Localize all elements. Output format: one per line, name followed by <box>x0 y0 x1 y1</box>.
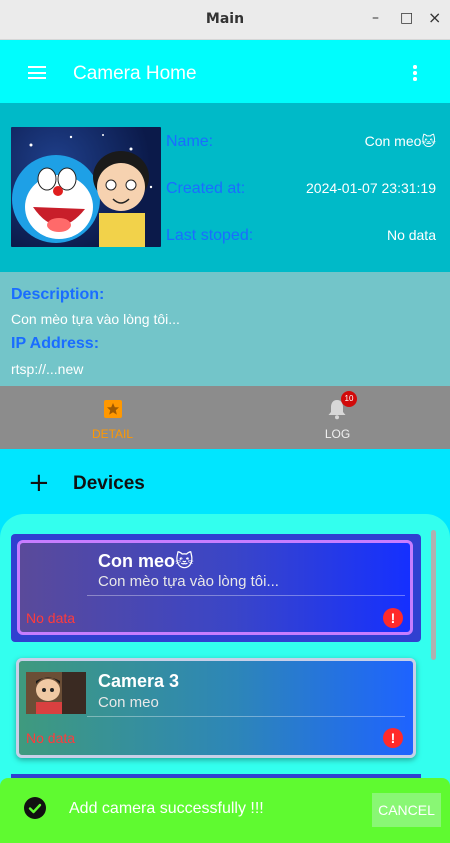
app-bar-title: Camera Home <box>73 63 197 84</box>
window-titlebar: Main – □ × <box>0 0 450 40</box>
more-vert-icon[interactable] <box>412 65 418 81</box>
tab-detail-label: DETAIL <box>91 427 134 441</box>
tab-log[interactable]: LOG <box>225 386 450 449</box>
star-icon <box>104 400 122 418</box>
window-title: Main <box>205 11 245 27</box>
minimize-button[interactable]: – <box>372 10 379 26</box>
log-count-badge: 10 <box>341 391 357 407</box>
devices-title: Devices <box>73 473 145 494</box>
cancel-button[interactable]: CANCEL <box>372 793 441 827</box>
created-at-label: Created at: <box>166 180 246 197</box>
divider <box>87 716 405 717</box>
plus-icon[interactable]: + <box>28 470 50 496</box>
tab-log-label: LOG <box>324 427 351 441</box>
created-at-value: 2024-01-07 23:31:19 <box>306 180 436 196</box>
name-value: Con meo🐱 <box>364 133 436 149</box>
device-thumbnail <box>26 672 86 714</box>
error-icon[interactable]: ! <box>383 608 403 628</box>
device-status: No data <box>26 730 76 746</box>
ip-address-label: IP Address: <box>11 335 100 352</box>
devices-header <box>0 449 450 515</box>
snackbar-message: Add camera successfully !!! <box>69 800 264 817</box>
menu-icon[interactable] <box>28 66 46 79</box>
tab-bar: DETAIL LOG <box>0 386 450 449</box>
divider <box>87 595 405 596</box>
device-list-scrollbar[interactable] <box>431 530 436 660</box>
description-label: Description: <box>11 286 105 303</box>
error-icon[interactable]: ! <box>383 728 403 748</box>
last-stopped-value: No data <box>386 227 436 243</box>
ip-address-value: rtsp://...new <box>11 361 84 377</box>
camera-thumbnail <box>11 127 161 247</box>
device-card-title: Con meo🐱 <box>98 551 194 571</box>
device-card-subtitle: Con mèo tựa vào lòng tôi... <box>98 573 279 590</box>
maximize-button[interactable]: □ <box>400 10 413 26</box>
app-bar: Camera Home <box>0 40 450 103</box>
device-card-subtitle: Con meo <box>98 694 159 711</box>
check-circle-icon <box>24 797 46 819</box>
tab-detail[interactable]: DETAIL <box>0 386 225 449</box>
description-value: Con mèo tựa vào lòng tôi... <box>11 311 180 327</box>
device-status: No data <box>26 610 76 626</box>
name-label: Name: <box>166 133 214 150</box>
close-button[interactable]: × <box>428 8 441 27</box>
device-card-title: Camera 3 <box>98 671 180 691</box>
last-stopped-label: Last stoped: <box>166 227 254 244</box>
